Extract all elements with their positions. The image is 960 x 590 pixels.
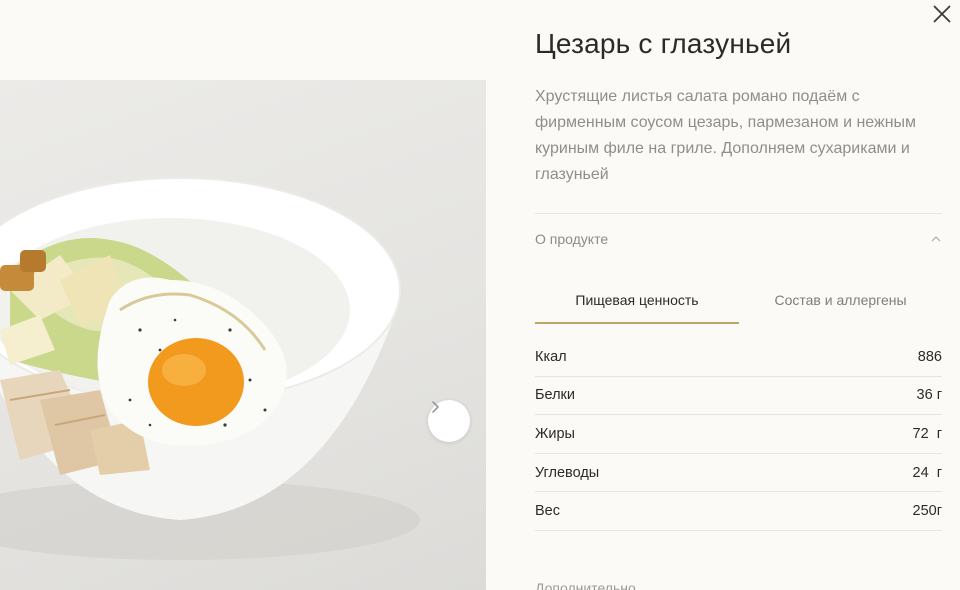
more-section-label[interactable]: Дополнительно: [535, 580, 636, 590]
product-description: Хрустящие листья салата романо подаём с …: [535, 88, 917, 183]
nutrition-table: Ккал 886 Белки 36 г Жиры 72 г Углеводы 2…: [535, 338, 942, 531]
divider: [535, 213, 942, 214]
nutrition-label: Белки: [535, 387, 576, 404]
chevron-right-icon: [432, 401, 439, 413]
nutrition-value: 886: [917, 348, 942, 365]
nutrition-label: Вес: [535, 503, 560, 520]
nutrition-label: Углеводы: [535, 464, 600, 481]
table-row: Углеводы 24 г: [535, 454, 942, 493]
close-icon: [933, 5, 951, 23]
nutrition-label: Ккал: [535, 348, 567, 365]
nutrition-value: 250г: [912, 503, 942, 520]
about-product-toggle[interactable]: О продукте: [535, 230, 942, 248]
table-row: Белки 36 г: [535, 377, 942, 416]
nutrition-value: 24 г: [912, 464, 942, 481]
table-row: Вес 250г: [535, 492, 942, 531]
nutrition-value: 72 г: [912, 425, 942, 442]
chevron-up-icon: [931, 236, 941, 242]
nutrition-tabs: Пищевая ценность Состав и аллергены: [535, 292, 942, 324]
nutrition-label: Жиры: [535, 425, 575, 442]
salad-image: [0, 177, 420, 560]
product-title: Цезарь с глазуньей: [535, 28, 792, 59]
next-image-button[interactable]: [428, 400, 470, 442]
table-row: Ккал 886: [535, 338, 942, 377]
nutrition-value: 36 г: [916, 387, 942, 404]
product-photo: [0, 80, 486, 590]
tab-nutrition-value[interactable]: Пищевая ценность: [535, 292, 739, 324]
tab-composition-allergens[interactable]: Состав и аллергены: [739, 292, 942, 324]
about-product-label: О продукте: [535, 231, 609, 247]
close-button[interactable]: [930, 2, 954, 26]
table-row: Жиры 72 г: [535, 415, 942, 454]
